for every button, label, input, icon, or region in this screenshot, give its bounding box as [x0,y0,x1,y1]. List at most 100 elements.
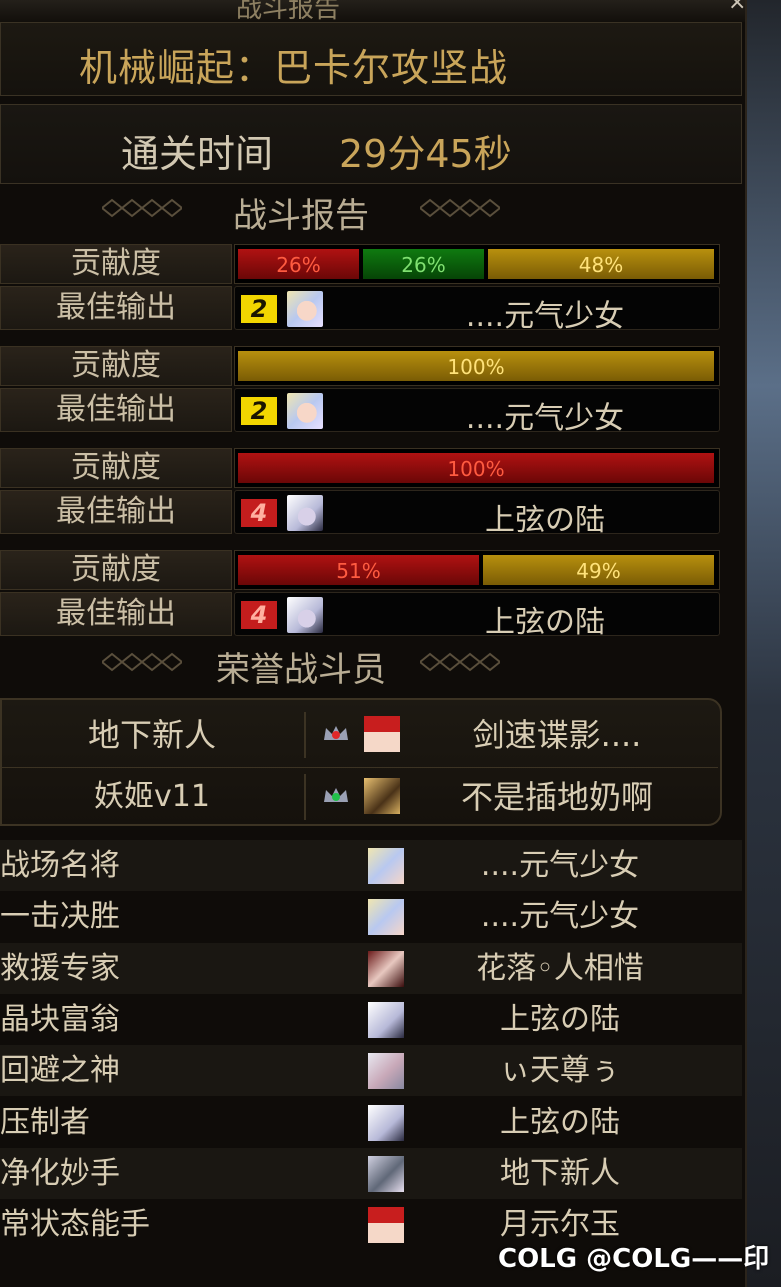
contribution-bar: 51% 49% [234,550,720,590]
award-row[interactable]: 救援专家 花落◦人相惜 [0,942,742,994]
contribution-label: 贡献度 [0,346,232,386]
award-title: 常状态能手 [0,1207,150,1243]
white-hair-avatar [287,597,323,633]
close-icon[interactable]: × [728,0,746,15]
best-output-player[interactable]: 2 ....元气少女 [234,286,720,334]
award-row[interactable]: 晶块富翁 上弦の陆 [0,993,742,1045]
award-title: 战场名将 [0,848,120,883]
contribution-bar: 26% 26% 48% [234,244,720,284]
honor-fighters-box: 地下新人 剑速谍影.... 妖姬v11 不是插地奶啊 [0,698,722,826]
blonde-girl-avatar [287,291,323,327]
contribution-segment-green: 26% [362,248,485,280]
divider [304,712,306,758]
ornament-icon [420,198,500,218]
battle-report-section-header: 战斗报告 [0,186,742,236]
red-avatar [368,1207,404,1244]
best-output-label: 最佳输出 [0,490,232,534]
honor-player-left: 地下新人 [87,716,216,754]
contribution-segment-gold: 48% [487,248,715,280]
white-hair-avatar [287,495,323,531]
contribution-bar: 100% [234,346,720,386]
award-player: ぃ天尊ぅ [500,1053,620,1089]
honor-player-left: 妖姬v11 [94,779,210,814]
ornament-icon [420,652,500,672]
honor-row[interactable]: 妖姬v11 不是插地奶啊 [2,766,722,828]
dark-red-avatar [368,950,404,987]
contribution-segment-gold: 49% [482,554,715,586]
award-player: 上弦の陆 [500,1001,620,1037]
clear-time-box: 通关时间 29分45秒 [0,104,742,184]
rank-badge: 2 [241,397,277,425]
best-output-player[interactable]: 2 ....元气少女 [234,388,720,436]
award-title: 压制者 [0,1104,90,1140]
watermark: COLG @COLG——印 [498,1244,770,1274]
best-output-row: 最佳输出 4 上弦の陆 [0,592,722,640]
best-output-label: 最佳输出 [0,592,232,636]
clear-time-label: 通关时间 [121,132,274,176]
award-player: 花落◦人相惜 [476,950,644,986]
best-output-player[interactable]: 4 上弦の陆 [234,490,720,538]
blonde-girl-avatar [287,393,323,429]
contribution-segment-gold: 100% [237,350,715,382]
best-output-row: 最佳输出 2 ....元气少女 [0,388,722,436]
contribution-segment-red: 26% [237,248,360,280]
award-title: 净化妙手 [0,1155,120,1191]
contribution-row: 贡献度 100% [0,346,722,388]
red-avatar [364,716,400,752]
best-output-label: 最佳输出 [0,286,232,330]
white-hair-avatar [368,1104,404,1141]
battle-report-panel: 战斗报告 × 机械崛起：巴卡尔攻坚战 通关时间 29分45秒 战斗报告 贡献度 2… [0,0,747,1287]
player-name: ....元气少女 [465,401,625,436]
award-player: 上弦の陆 [500,1104,620,1140]
contribution-bar: 100% [234,448,720,488]
clear-time-value: 29分45秒 [339,132,512,176]
best-output-label: 最佳输出 [0,388,232,432]
contribution-segment-red: 51% [237,554,480,586]
grey-avatar [368,1155,404,1192]
award-player: ....元气少女 [480,899,640,935]
silver-avatar [368,1053,404,1090]
award-row[interactable]: 一击决胜 ....元气少女 [0,891,742,943]
honor-player-right: 不是插地奶啊 [460,778,653,816]
honor-section-header: 荣誉战斗员 [0,640,742,690]
dungeon-title-box: 机械崛起：巴卡尔攻坚战 [0,22,742,96]
award-row[interactable]: 回避之神 ぃ天尊ぅ [0,1045,742,1097]
contribution-row: 贡献度 100% [0,448,722,490]
award-row[interactable]: 压制者 上弦の陆 [0,1096,742,1148]
game-scene-background [745,0,781,1287]
rank-badge: 4 [241,499,277,527]
award-player: 地下新人 [500,1155,620,1191]
section-title: 荣誉战斗员 [216,650,386,690]
contribution-label: 贡献度 [0,448,232,488]
divider [304,774,306,820]
gold-avatar [364,778,400,814]
award-title: 一击决胜 [0,899,120,935]
contribution-label: 贡献度 [0,244,232,284]
rank-badge: 2 [241,295,277,323]
white-hair-avatar [368,1001,404,1038]
best-output-row: 最佳输出 2 ....元气少女 [0,286,722,334]
contribution-row: 贡献度 51% 49% [0,550,722,592]
section-title: 战斗报告 [233,196,369,236]
rank-badge: 4 [241,601,277,629]
contribution-row: 贡献度 26% 26% 48% [0,244,722,286]
honor-row[interactable]: 地下新人 剑速谍影.... [2,704,722,768]
green-gem-crown-icon [324,788,348,802]
best-output-row: 最佳输出 4 上弦の陆 [0,490,722,538]
red-gem-crown-icon [324,726,348,740]
best-output-player[interactable]: 4 上弦の陆 [234,592,720,640]
player-name: ....元气少女 [465,299,625,334]
award-row[interactable]: 净化妙手 地下新人 [0,1147,742,1199]
award-player: ....元气少女 [480,848,640,883]
player-name: 上弦の陆 [485,503,605,538]
dungeon-title: 机械崛起：巴卡尔攻坚战 [79,46,509,90]
award-title: 晶块富翁 [0,1001,120,1037]
honor-player-right: 剑速谍影.... [472,716,642,754]
blonde-girl-avatar [368,899,404,936]
window-header: 战斗报告 × [0,0,746,24]
contribution-label: 贡献度 [0,550,232,590]
blonde-girl-avatar [368,848,404,884]
contribution-segment-red: 100% [237,452,715,484]
award-row[interactable]: 战场名将 ....元气少女 [0,840,742,891]
award-title: 救援专家 [0,950,120,986]
